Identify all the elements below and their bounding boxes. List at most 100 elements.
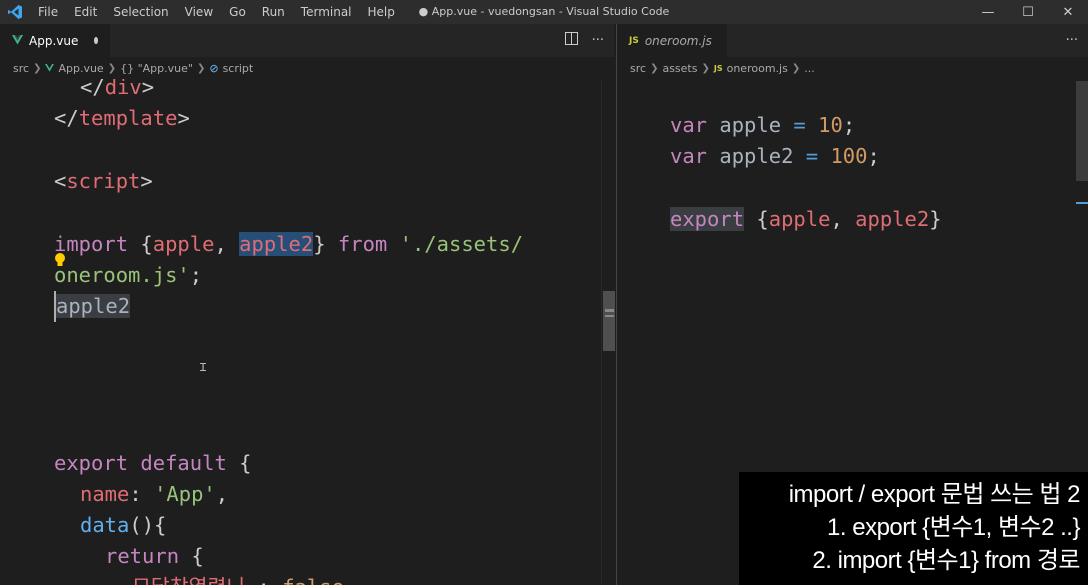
code-line: export default { — [54, 448, 252, 479]
more-actions-icon[interactable]: ··· — [592, 33, 604, 48]
split-editor-icon[interactable] — [564, 32, 578, 49]
code-editor-left[interactable]: </div> </template> <script> import {appl… — [0, 79, 600, 585]
breadcrumb: src ❯ App.vue ❯ {} "App.vue" ❯ ⊘ script — [0, 57, 614, 79]
menu-run[interactable]: Run — [254, 0, 293, 24]
tab-app-vue[interactable]: App.vue — [0, 24, 110, 57]
code-token: { — [226, 451, 252, 475]
code-token: default — [128, 451, 227, 475]
breadcrumb-item[interactable]: ... — [804, 62, 815, 75]
code-line: var apple = 10; — [670, 110, 855, 141]
menu-view[interactable]: View — [177, 0, 221, 24]
code-token: { — [128, 232, 153, 256]
unsaved-dot-icon[interactable] — [94, 37, 98, 44]
code-token: , — [215, 482, 229, 506]
caption-line: 2. import {변수1} from 경로 — [812, 547, 1080, 574]
code-token: ; — [867, 144, 880, 168]
code-token: apple — [152, 232, 215, 256]
code-line: oneroom.js'; — [54, 260, 202, 291]
breadcrumb-item[interactable]: script — [223, 62, 254, 75]
left-scrollbar[interactable] — [601, 81, 615, 585]
menu-help[interactable]: Help — [360, 0, 403, 24]
breadcrumb-item[interactable]: src — [13, 62, 29, 75]
code-token: 'App' — [154, 482, 216, 506]
chevron-right-icon: ❯ — [701, 62, 710, 74]
scroll-marker — [605, 309, 614, 312]
menu-go[interactable]: Go — [221, 0, 254, 24]
menu-edit[interactable]: Edit — [66, 0, 105, 24]
code-token: oneroom.js' — [54, 263, 190, 287]
code-line: return { — [105, 541, 204, 572]
code-token: = — [793, 144, 831, 168]
scroll-thumb[interactable] — [1076, 81, 1088, 181]
breadcrumb-item[interactable]: oneroom.js — [727, 62, 788, 75]
code-line: import {apple, apple2} from './assets/ — [54, 229, 523, 260]
code-token: > — [177, 106, 190, 130]
maximize-icon[interactable]: ☐ — [1008, 0, 1048, 24]
more-actions-icon[interactable]: ··· — [1066, 33, 1078, 48]
code-line: apple2 — [54, 291, 131, 322]
code-token: = — [781, 113, 819, 137]
vscode-logo-icon — [0, 0, 30, 24]
caption-line: 1. export {변수1, 변수2 ..} — [827, 514, 1080, 541]
close-icon[interactable]: ✕ — [1048, 0, 1088, 24]
menu-selection[interactable]: Selection — [105, 0, 176, 24]
code-token: 10 — [818, 113, 843, 137]
minimize-icon[interactable]: — — [968, 0, 1008, 24]
breadcrumb-item[interactable]: src — [630, 62, 646, 75]
code-token: from — [337, 232, 388, 256]
code-token: apple2 — [56, 294, 131, 318]
vue-file-icon — [45, 62, 55, 75]
lightbulb-icon[interactable] — [54, 252, 66, 268]
code-token: , — [214, 232, 240, 256]
menu-bar: File Edit Selection View Go Run Terminal… — [30, 0, 403, 24]
code-token: return — [105, 544, 180, 568]
menu-file[interactable]: File — [30, 0, 66, 24]
tab-label: oneroom.js — [644, 33, 712, 48]
breadcrumb: src ❯ assets ❯ JS oneroom.js ❯ ... — [617, 57, 1088, 79]
code-token: apple — [707, 113, 782, 137]
code-line: name: 'App', — [80, 479, 228, 510]
caption-line: import / export 문법 쓰는 법 2 — [788, 481, 1081, 508]
code-line: </div> — [80, 79, 154, 103]
chevron-right-icon: ❯ — [650, 62, 659, 74]
video-caption: import / export 문법 쓰는 법 2 1. export {변수1… — [739, 472, 1088, 585]
symbol-icon: ⊘ — [209, 61, 219, 75]
code-token: var — [670, 113, 708, 137]
code-token: < — [54, 169, 67, 193]
code-token: './assets/ — [387, 232, 524, 256]
breadcrumb-item[interactable]: App.vue — [58, 62, 103, 75]
window-controls: — ☐ ✕ — [968, 0, 1088, 24]
code-token: : — [245, 575, 282, 585]
breadcrumb-item[interactable]: assets — [662, 62, 697, 75]
chevron-right-icon: ❯ — [196, 62, 206, 74]
right-tab-actions: ··· — [1066, 24, 1078, 57]
vue-file-icon — [12, 34, 23, 48]
js-file-icon: JS — [629, 35, 639, 46]
code-token: > — [140, 169, 153, 193]
code-token: </ — [54, 106, 79, 130]
code-line: 모달창열렸니 : false — [132, 572, 344, 585]
menu-terminal[interactable]: Terminal — [293, 0, 360, 24]
right-tab-bar: JS oneroom.js ··· — [617, 24, 1088, 57]
scroll-marker — [1076, 202, 1088, 204]
chevron-right-icon: ❯ — [791, 62, 801, 74]
code-line: <script> — [54, 166, 153, 197]
code-token: 100 — [830, 144, 868, 168]
code-token: : — [129, 482, 155, 506]
code-token: div — [104, 79, 142, 99]
code-token: (){ — [129, 513, 167, 537]
tab-oneroom-js[interactable]: JS oneroom.js — [617, 24, 727, 57]
code-token: false — [282, 575, 344, 585]
chevron-right-icon: ❯ — [107, 62, 117, 74]
title-bar: File Edit Selection View Go Run Terminal… — [0, 0, 1088, 24]
code-token: apple2 — [707, 144, 794, 168]
code-line: export {apple, apple2} — [670, 204, 942, 235]
scroll-thumb[interactable] — [603, 291, 615, 351]
scroll-marker — [605, 315, 614, 317]
code-line: var apple2 = 100; — [670, 141, 880, 172]
code-token: export — [670, 207, 745, 231]
left-tab-actions: ··· — [564, 24, 604, 57]
code-token: var — [670, 144, 708, 168]
code-token: script — [66, 169, 141, 193]
breadcrumb-item[interactable]: {} "App.vue" — [120, 62, 193, 75]
